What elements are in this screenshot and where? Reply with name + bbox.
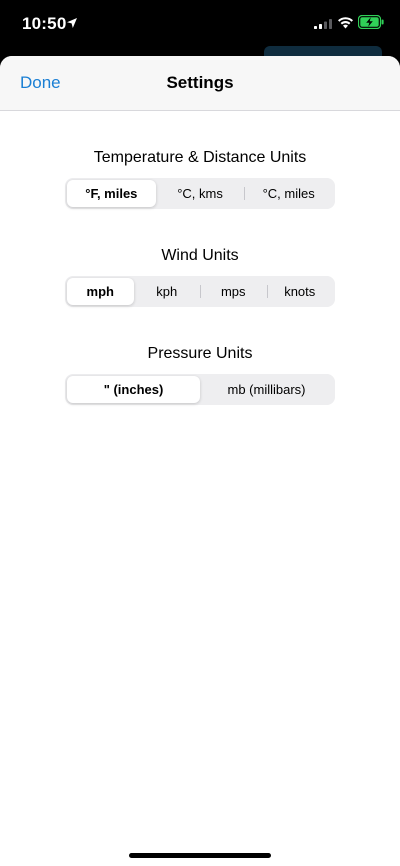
pressure-units-control: " (inches) mb (millibars) — [65, 374, 335, 405]
segment-inches[interactable]: " (inches) — [67, 376, 200, 403]
wind-units-control: mph kph mps knots — [65, 276, 335, 307]
segment-kph[interactable]: kph — [134, 278, 201, 305]
segment-celsius-kms[interactable]: °C, kms — [156, 180, 245, 207]
segment-fahrenheit-miles[interactable]: °F, miles — [67, 180, 156, 207]
battery-charging-icon — [358, 15, 384, 29]
segment-label: kph — [156, 284, 178, 299]
segment-label: °C, kms — [177, 186, 223, 201]
segment-label: knots — [284, 284, 316, 299]
page-title: Settings — [166, 73, 234, 92]
segment-label: mb (millibars) — [227, 382, 306, 397]
wifi-icon — [338, 17, 353, 29]
settings-sheet: Done Settings Temperature & Distance Uni… — [0, 56, 400, 866]
status-time: 10:50 — [22, 14, 67, 33]
status-bar: 10:50 — [0, 0, 400, 50]
location-arrow-icon — [67, 18, 77, 28]
segment-mps[interactable]: mps — [200, 278, 267, 305]
temperature-units-label: Temperature & Distance Units — [93, 149, 307, 166]
segment-label: °C, miles — [262, 186, 315, 201]
wind-units-label: Wind Units — [161, 247, 239, 264]
segment-label: mps — [220, 284, 246, 299]
temperature-units-control: °F, miles °C, kms °C, miles — [65, 178, 335, 209]
segment-divider — [200, 285, 201, 298]
segment-celsius-miles[interactable]: °C, miles — [244, 180, 333, 207]
segment-divider — [266, 285, 268, 298]
segment-label: °F, miles — [85, 186, 138, 201]
segment-divider — [244, 187, 246, 200]
segment-label: " (inches) — [103, 382, 164, 397]
segment-knots[interactable]: knots — [266, 278, 334, 305]
nav-bar: Done Settings — [0, 56, 400, 111]
segment-label: mph — [86, 284, 114, 299]
pressure-units-label: Pressure Units — [147, 345, 253, 362]
cellular-signal-icon — [314, 19, 332, 29]
segment-mph[interactable]: mph — [67, 278, 134, 305]
segment-millibars[interactable]: mb (millibars) — [200, 376, 333, 403]
home-indicator — [129, 853, 271, 858]
